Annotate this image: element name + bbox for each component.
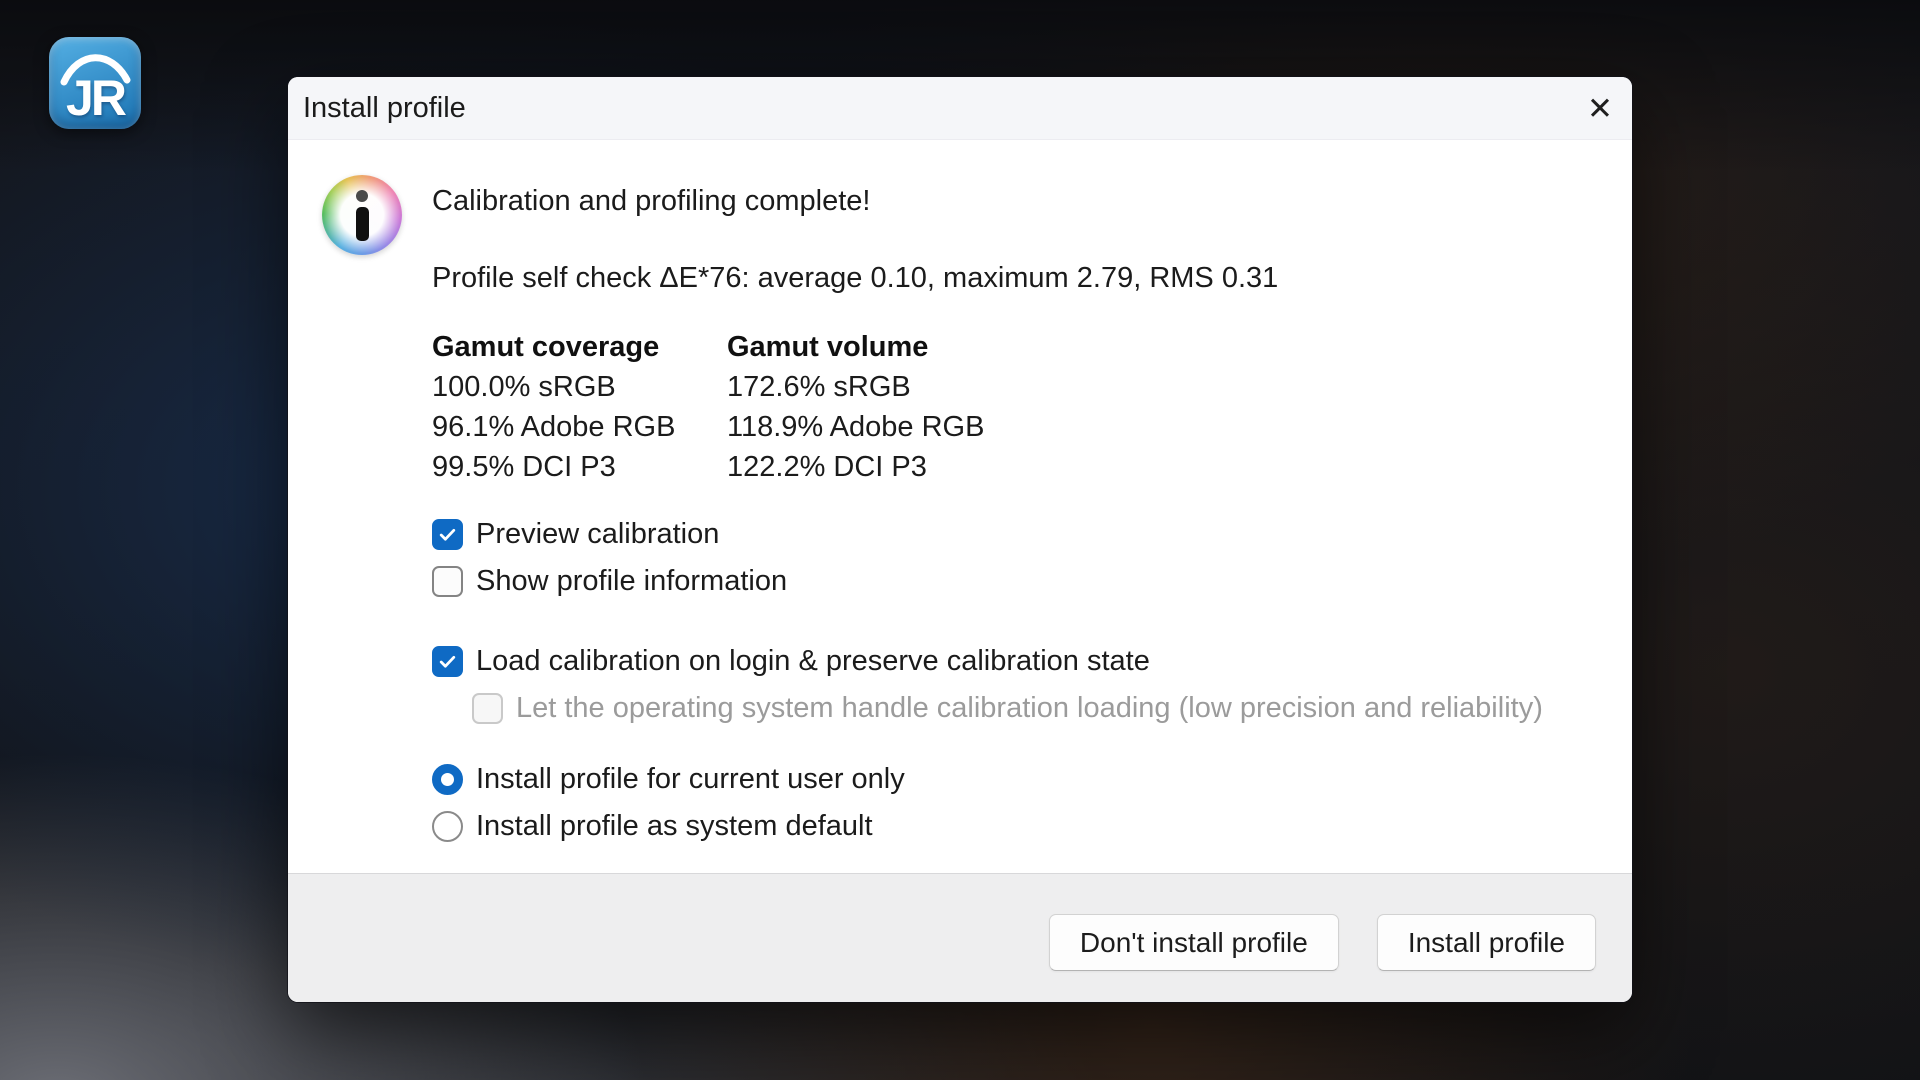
checkbox-label: Show profile information [476,565,787,598]
gamut-volume-row: 172.6% sRGB [727,367,984,407]
gamut-volume-header: Gamut volume [727,327,984,367]
checkbox-os-handle-calibration: Let the operating system handle calibrat… [472,692,1543,724]
checkbox-load-calibration-on-login[interactable]: Load calibration on login & preserve cal… [432,645,1150,677]
checkbox-box [472,693,503,724]
jr-logo-text: JR [49,69,141,127]
gamut-volume-row: 118.9% Adobe RGB [727,407,984,447]
gamut-coverage-row: 100.0% sRGB [432,367,727,407]
checkbox-label: Load calibration on login & preserve cal… [476,645,1150,678]
completion-message: Calibration and profiling complete! [432,185,870,218]
radio-button[interactable] [432,811,463,842]
checkbox-preview-calibration[interactable]: Preview calibration [432,518,719,550]
checkbox-label: Preview calibration [476,518,719,551]
gamut-volume-column: Gamut volume 172.6% sRGB 118.9% Adobe RG… [727,327,984,487]
check-icon [437,524,458,545]
gamut-coverage-header: Gamut coverage [432,327,727,367]
gamut-table: Gamut coverage 100.0% sRGB 96.1% Adobe R… [432,327,984,487]
radio-label: Install profile for current user only [476,763,905,796]
install-profile-button[interactable]: Install profile [1377,914,1596,971]
checkbox-box[interactable] [432,519,463,550]
info-icon-dot [356,190,368,202]
gamut-coverage-row: 99.5% DCI P3 [432,447,727,487]
dialog-title: Install profile [303,77,466,140]
jr-logo: JR [49,37,141,129]
radio-label: Install profile as system default [476,810,873,843]
dont-install-profile-button[interactable]: Don't install profile [1049,914,1339,971]
install-profile-dialog: Install profile ✕ Calibration and profil… [288,77,1632,1002]
radio-install-system-default[interactable]: Install profile as system default [432,810,873,842]
close-button[interactable]: ✕ [1576,86,1624,132]
gamut-volume-row: 122.2% DCI P3 [727,447,984,487]
dialog-titlebar[interactable]: Install profile ✕ [288,77,1632,140]
desktop-background: JR Install profile ✕ Calibration and pro… [0,0,1920,1080]
dialog-footer: Don't install profile Install profile [288,873,1632,1002]
checkbox-box[interactable] [432,646,463,677]
radio-install-current-user[interactable]: Install profile for current user only [432,763,905,795]
gamut-coverage-row: 96.1% Adobe RGB [432,407,727,447]
info-icon-stem [356,207,369,241]
radio-button[interactable] [432,764,463,795]
check-icon [437,651,458,672]
gamut-coverage-column: Gamut coverage 100.0% sRGB 96.1% Adobe R… [432,327,727,487]
checkbox-box[interactable] [432,566,463,597]
self-check-message: Profile self check ΔE*76: average 0.10, … [432,262,1278,295]
close-icon: ✕ [1587,91,1613,126]
checkbox-label: Let the operating system handle calibrat… [516,692,1543,725]
checkbox-show-profile-information[interactable]: Show profile information [432,565,787,597]
info-icon [322,175,402,255]
